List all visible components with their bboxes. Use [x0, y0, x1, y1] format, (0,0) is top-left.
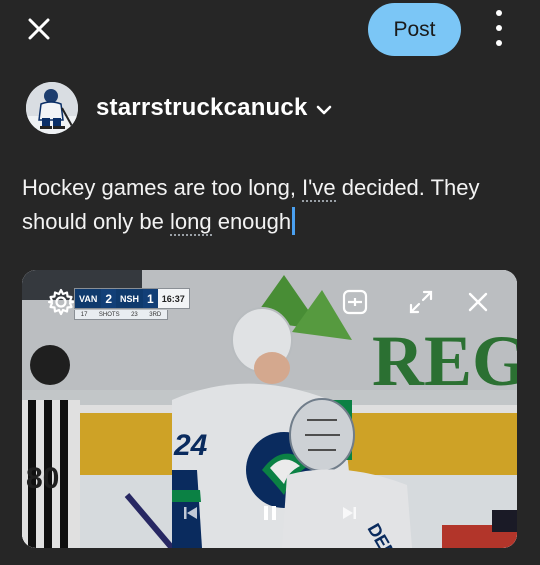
pause-icon — [264, 506, 276, 520]
picture-in-picture-button[interactable] — [340, 287, 370, 317]
spellcheck-word[interactable]: I've — [302, 175, 336, 202]
skip-back-button[interactable] — [178, 500, 204, 526]
text-segment: enough — [211, 209, 292, 234]
play-pause-button[interactable] — [255, 498, 285, 528]
account-selector[interactable]: starrstruckcanuck — [26, 82, 332, 134]
avatar — [26, 82, 78, 134]
post-button[interactable]: Post — [368, 3, 461, 56]
close-icon — [28, 18, 50, 40]
scorebug: VAN 2 NSH 1 16:37 — [74, 288, 190, 309]
period: 3RD — [149, 311, 162, 318]
gear-icon — [47, 288, 75, 316]
close-icon — [468, 292, 488, 312]
shots-home: 23 — [131, 311, 138, 318]
game-clock: 16:37 — [157, 289, 189, 308]
video-settings-button[interactable] — [46, 287, 76, 317]
away-score: 2 — [101, 289, 117, 308]
video-attachment[interactable]: REG 80 24 DEMKO — [22, 270, 517, 548]
fullscreen-button[interactable] — [406, 287, 436, 317]
skip-previous-icon — [184, 507, 197, 519]
scorebug-shots: 17 SHOTS 23 3RD — [74, 310, 168, 320]
close-button[interactable] — [22, 12, 56, 46]
top-bar: Post — [0, 0, 540, 62]
remove-video-button[interactable] — [463, 287, 493, 317]
more-options-button[interactable] — [488, 10, 510, 46]
spellcheck-word[interactable]: long — [170, 209, 212, 236]
text-segment: Hockey games are too long, — [22, 175, 303, 200]
username: starrstruckcanuck — [96, 94, 308, 121]
more-vertical-icon — [496, 10, 502, 16]
shots-label: SHOTS — [98, 311, 120, 318]
post-text-editor[interactable]: Hockey games are too long, I've decided.… — [22, 171, 522, 239]
skip-next-icon — [343, 507, 356, 519]
home-team: NSH — [116, 289, 144, 308]
pip-icon — [342, 289, 368, 315]
home-score: 1 — [143, 289, 158, 308]
chevron-down-icon — [316, 105, 331, 115]
skip-forward-button[interactable] — [336, 500, 362, 526]
expand-icon — [409, 290, 433, 314]
shots-away: 17 — [80, 311, 88, 318]
text-cursor — [292, 207, 296, 235]
away-team: VAN — [75, 289, 102, 308]
